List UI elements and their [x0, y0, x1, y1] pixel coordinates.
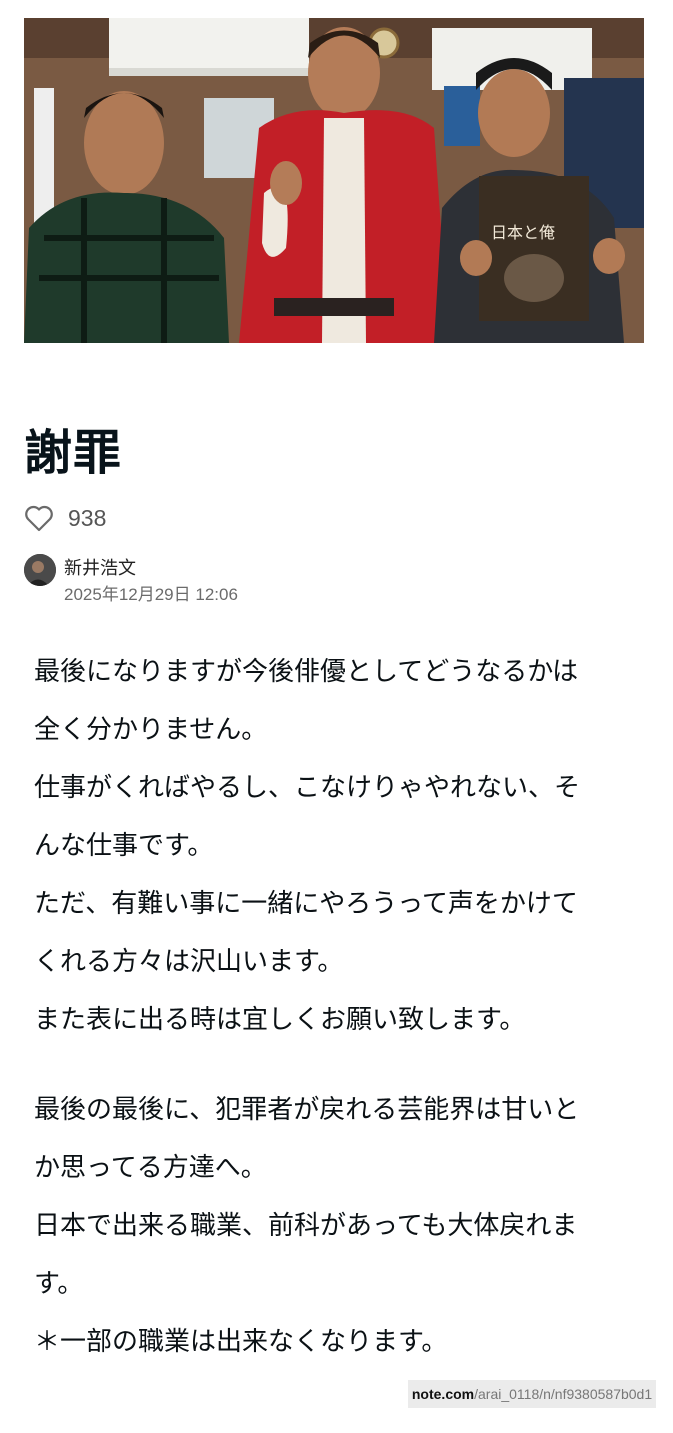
heart-outline-icon[interactable]: [24, 503, 54, 533]
body-line: ＊一部の職業は出来なくなります。: [34, 1327, 448, 1357]
hero-photo: 日本と俺: [24, 18, 644, 343]
source-domain: note.com: [411, 1386, 475, 1402]
body-line: んな仕事です。: [34, 831, 214, 861]
article-body: 最後になりますが今後俳優としてどうなるかは 全く分かりません。 仕事がくればやる…: [34, 643, 654, 1371]
body-line: 最後の最後に、犯罪者が戻れる芸能界は甘いと: [34, 1095, 580, 1125]
body-line: くれる方々は沢山います。: [34, 947, 344, 977]
source-url-badge[interactable]: note.com/arai_0118/n/nf9380587b0d1: [408, 1380, 656, 1408]
hero-photo-illustration: 日本と俺: [24, 18, 644, 343]
hero-book-title: 日本と俺: [491, 223, 555, 242]
body-line: また表に出る時は宜しくお願い致します。: [34, 1005, 526, 1035]
body-line: 仕事がくればやるし、こなけりゃやれない、そ: [34, 773, 581, 803]
body-line: す。: [34, 1269, 84, 1299]
source-path: /arai_0118/n/nf9380587b0d1: [474, 1386, 653, 1402]
like-count: 938: [68, 504, 107, 531]
post-date: 2025年12月29日 12:06: [64, 585, 238, 604]
body-line: ただ、有難い事に一緒にやろうって声をかけて: [34, 889, 578, 919]
body-line: 日本で出来る職業、前科があっても大体戻れま: [34, 1211, 578, 1241]
avatar[interactable]: [24, 554, 56, 586]
author-name[interactable]: 新井浩文: [64, 554, 238, 584]
like-row: 938: [24, 500, 106, 536]
body-line: 全く分かりません。: [34, 715, 268, 745]
body-line: 最後になりますが今後俳優としてどうなるかは: [34, 657, 579, 687]
article-title: 謝罪: [24, 425, 123, 481]
author-row: 新井浩文 2025年12月29日 12:06: [24, 554, 238, 606]
body-line: か思ってる方達へ。: [34, 1153, 267, 1183]
